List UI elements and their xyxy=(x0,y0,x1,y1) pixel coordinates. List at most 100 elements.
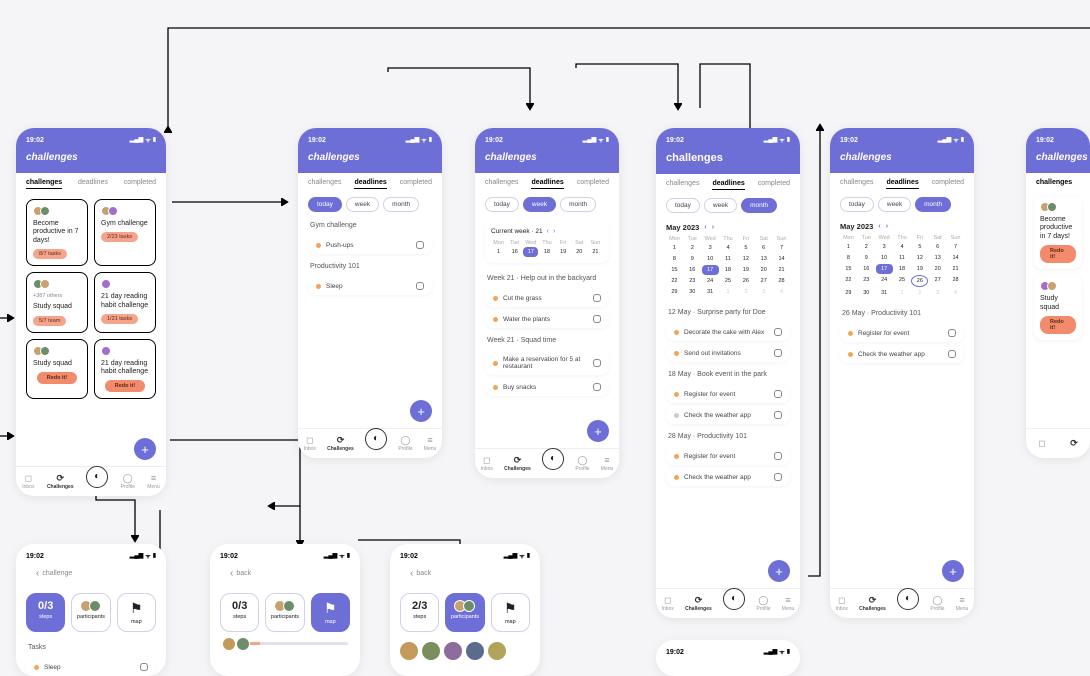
day-cell[interactable]: 22 xyxy=(666,276,683,286)
tile-map[interactable]: ⚑map xyxy=(491,593,530,632)
nav-center[interactable]: ◐ xyxy=(897,588,919,610)
day-cell[interactable]: 21 xyxy=(947,264,964,274)
day-cell[interactable]: 4 xyxy=(894,242,911,252)
nav-profile[interactable]: ◯Profile xyxy=(756,596,770,612)
task-checkbox[interactable] xyxy=(774,349,782,357)
nav-profile[interactable]: ◯Profile xyxy=(575,456,589,472)
nav-inbox[interactable]: ◻Inbox xyxy=(304,436,316,452)
day-cell[interactable]: 25 xyxy=(894,275,911,287)
task-checkbox[interactable] xyxy=(948,350,956,358)
nav-challenges[interactable]: ⟳Challenges xyxy=(327,436,354,452)
day-cell[interactable]: 11 xyxy=(720,254,737,264)
tab-deadlines[interactable]: deadlines xyxy=(354,179,386,189)
pill-today[interactable]: today xyxy=(840,197,874,212)
challenge-card[interactable]: 21 day reading habit challenge 1/21 task… xyxy=(94,272,156,332)
task-row[interactable]: Check the weather app xyxy=(666,406,790,424)
nav-inbox[interactable]: ◻Inbox xyxy=(22,474,34,490)
task-checkbox[interactable] xyxy=(593,315,601,323)
day-cell[interactable]: 3 xyxy=(755,287,772,297)
tab-completed[interactable]: completed xyxy=(124,179,156,189)
day-cell[interactable]: 26 xyxy=(911,275,928,287)
task-row[interactable]: Sleep xyxy=(308,277,432,295)
challenge-card[interactable]: Become productive in 7 days! Redo it! xyxy=(1034,196,1082,269)
task-row[interactable]: Check the weather app xyxy=(840,345,964,363)
day-cell[interactable]: 3 xyxy=(702,243,719,253)
redo-button[interactable]: Redo it! xyxy=(1040,245,1076,263)
day-cell[interactable]: 19 xyxy=(911,264,928,274)
nav-profile[interactable]: ◯Profile xyxy=(398,436,412,452)
day-cell[interactable]: 2 xyxy=(858,242,875,252)
day-cell[interactable]: 15 xyxy=(840,264,857,274)
day-cell[interactable]: 14 xyxy=(773,254,790,264)
nav-inbox[interactable]: ◻Inbox xyxy=(836,596,848,612)
day-cell[interactable]: 18 xyxy=(539,247,554,257)
redo-button[interactable]: Redo it! xyxy=(37,372,77,384)
day-cell[interactable]: 16 xyxy=(684,265,701,275)
day-cell[interactable]: 20 xyxy=(929,264,946,274)
back-button[interactable]: back xyxy=(400,566,530,581)
day-cell[interactable]: 4 xyxy=(773,287,790,297)
day-cell[interactable]: 24 xyxy=(876,275,893,287)
day-cell[interactable]: 12 xyxy=(737,254,754,264)
day-cell[interactable]: 7 xyxy=(947,242,964,252)
day-cell[interactable]: 5 xyxy=(911,242,928,252)
participant-avatar[interactable] xyxy=(466,642,484,660)
nav-center[interactable]: ◐ xyxy=(723,588,745,610)
nav-profile[interactable]: ◯Profile xyxy=(930,596,944,612)
nav-profile[interactable]: ◯Profile xyxy=(121,474,135,490)
day-cell[interactable]: 3 xyxy=(929,288,946,298)
challenge-card[interactable]: Study squad Redo it! xyxy=(26,339,88,400)
day-cell[interactable]: 1 xyxy=(491,247,506,257)
tile-map[interactable]: ⚑map xyxy=(117,593,156,632)
day-cell[interactable]: 13 xyxy=(755,254,772,264)
day-cell[interactable]: 13 xyxy=(929,253,946,263)
day-cell[interactable]: 19 xyxy=(737,265,754,275)
pill-week[interactable]: week xyxy=(346,197,379,212)
tile-participants[interactable]: participants xyxy=(445,593,484,632)
day-cell[interactable]: 30 xyxy=(684,287,701,297)
day-cell[interactable]: 11 xyxy=(894,253,911,263)
add-fab[interactable]: + xyxy=(587,420,609,442)
nav-challenges[interactable]: ⟳Challenges xyxy=(859,596,886,612)
task-row[interactable]: Decorate the cake with Alex xyxy=(666,323,790,341)
add-fab[interactable]: + xyxy=(410,400,432,422)
participant-avatar[interactable] xyxy=(400,642,418,660)
day-cell[interactable]: 16 xyxy=(507,247,522,257)
task-row[interactable]: Cut the grass xyxy=(485,289,609,307)
task-checkbox[interactable] xyxy=(774,411,782,419)
task-row[interactable]: Check the weather app xyxy=(666,468,790,486)
next-month[interactable]: › xyxy=(712,224,714,231)
day-cell[interactable]: 18 xyxy=(720,265,737,275)
day-cell[interactable]: 10 xyxy=(702,254,719,264)
day-cell[interactable]: 20 xyxy=(755,265,772,275)
day-cell[interactable]: 1 xyxy=(666,243,683,253)
nav-menu[interactable]: ≡Menu xyxy=(424,436,437,452)
nav-challenges[interactable]: ⟳ xyxy=(1070,439,1078,448)
tab-completed[interactable]: completed xyxy=(400,179,432,189)
tile-participants[interactable]: participants xyxy=(71,593,110,632)
task-checkbox[interactable] xyxy=(774,452,782,460)
nav-center[interactable]: ◐ xyxy=(542,448,564,470)
prev-week[interactable]: ‹ xyxy=(547,228,549,235)
nav-inbox[interactable]: ◻Inbox xyxy=(662,596,674,612)
next-month[interactable]: › xyxy=(886,223,888,230)
day-cell[interactable]: 14 xyxy=(947,253,964,263)
task-row[interactable]: Register for event xyxy=(840,324,964,342)
task-checkbox[interactable] xyxy=(593,359,601,367)
day-cell[interactable]: 25 xyxy=(720,276,737,286)
day-cell[interactable]: 5 xyxy=(737,243,754,253)
tile-steps[interactable]: 0/3steps xyxy=(26,593,65,632)
day-cell[interactable]: 26 xyxy=(737,276,754,286)
tab-challenges[interactable]: challenges xyxy=(26,179,62,189)
add-fab[interactable]: + xyxy=(768,560,790,582)
day-cell[interactable]: 17 xyxy=(523,247,538,257)
day-cell[interactable]: 17 xyxy=(876,264,893,274)
day-cell[interactable]: 1 xyxy=(720,287,737,297)
day-cell[interactable]: 4 xyxy=(720,243,737,253)
challenge-card[interactable]: Study squad Redo it! xyxy=(1034,275,1082,340)
tile-steps[interactable]: 2/3steps xyxy=(400,593,439,632)
nav-menu[interactable]: ≡Menu xyxy=(601,456,614,472)
day-cell[interactable]: 27 xyxy=(929,275,946,287)
participant-avatar[interactable] xyxy=(422,642,440,660)
day-cell[interactable]: 2 xyxy=(684,243,701,253)
